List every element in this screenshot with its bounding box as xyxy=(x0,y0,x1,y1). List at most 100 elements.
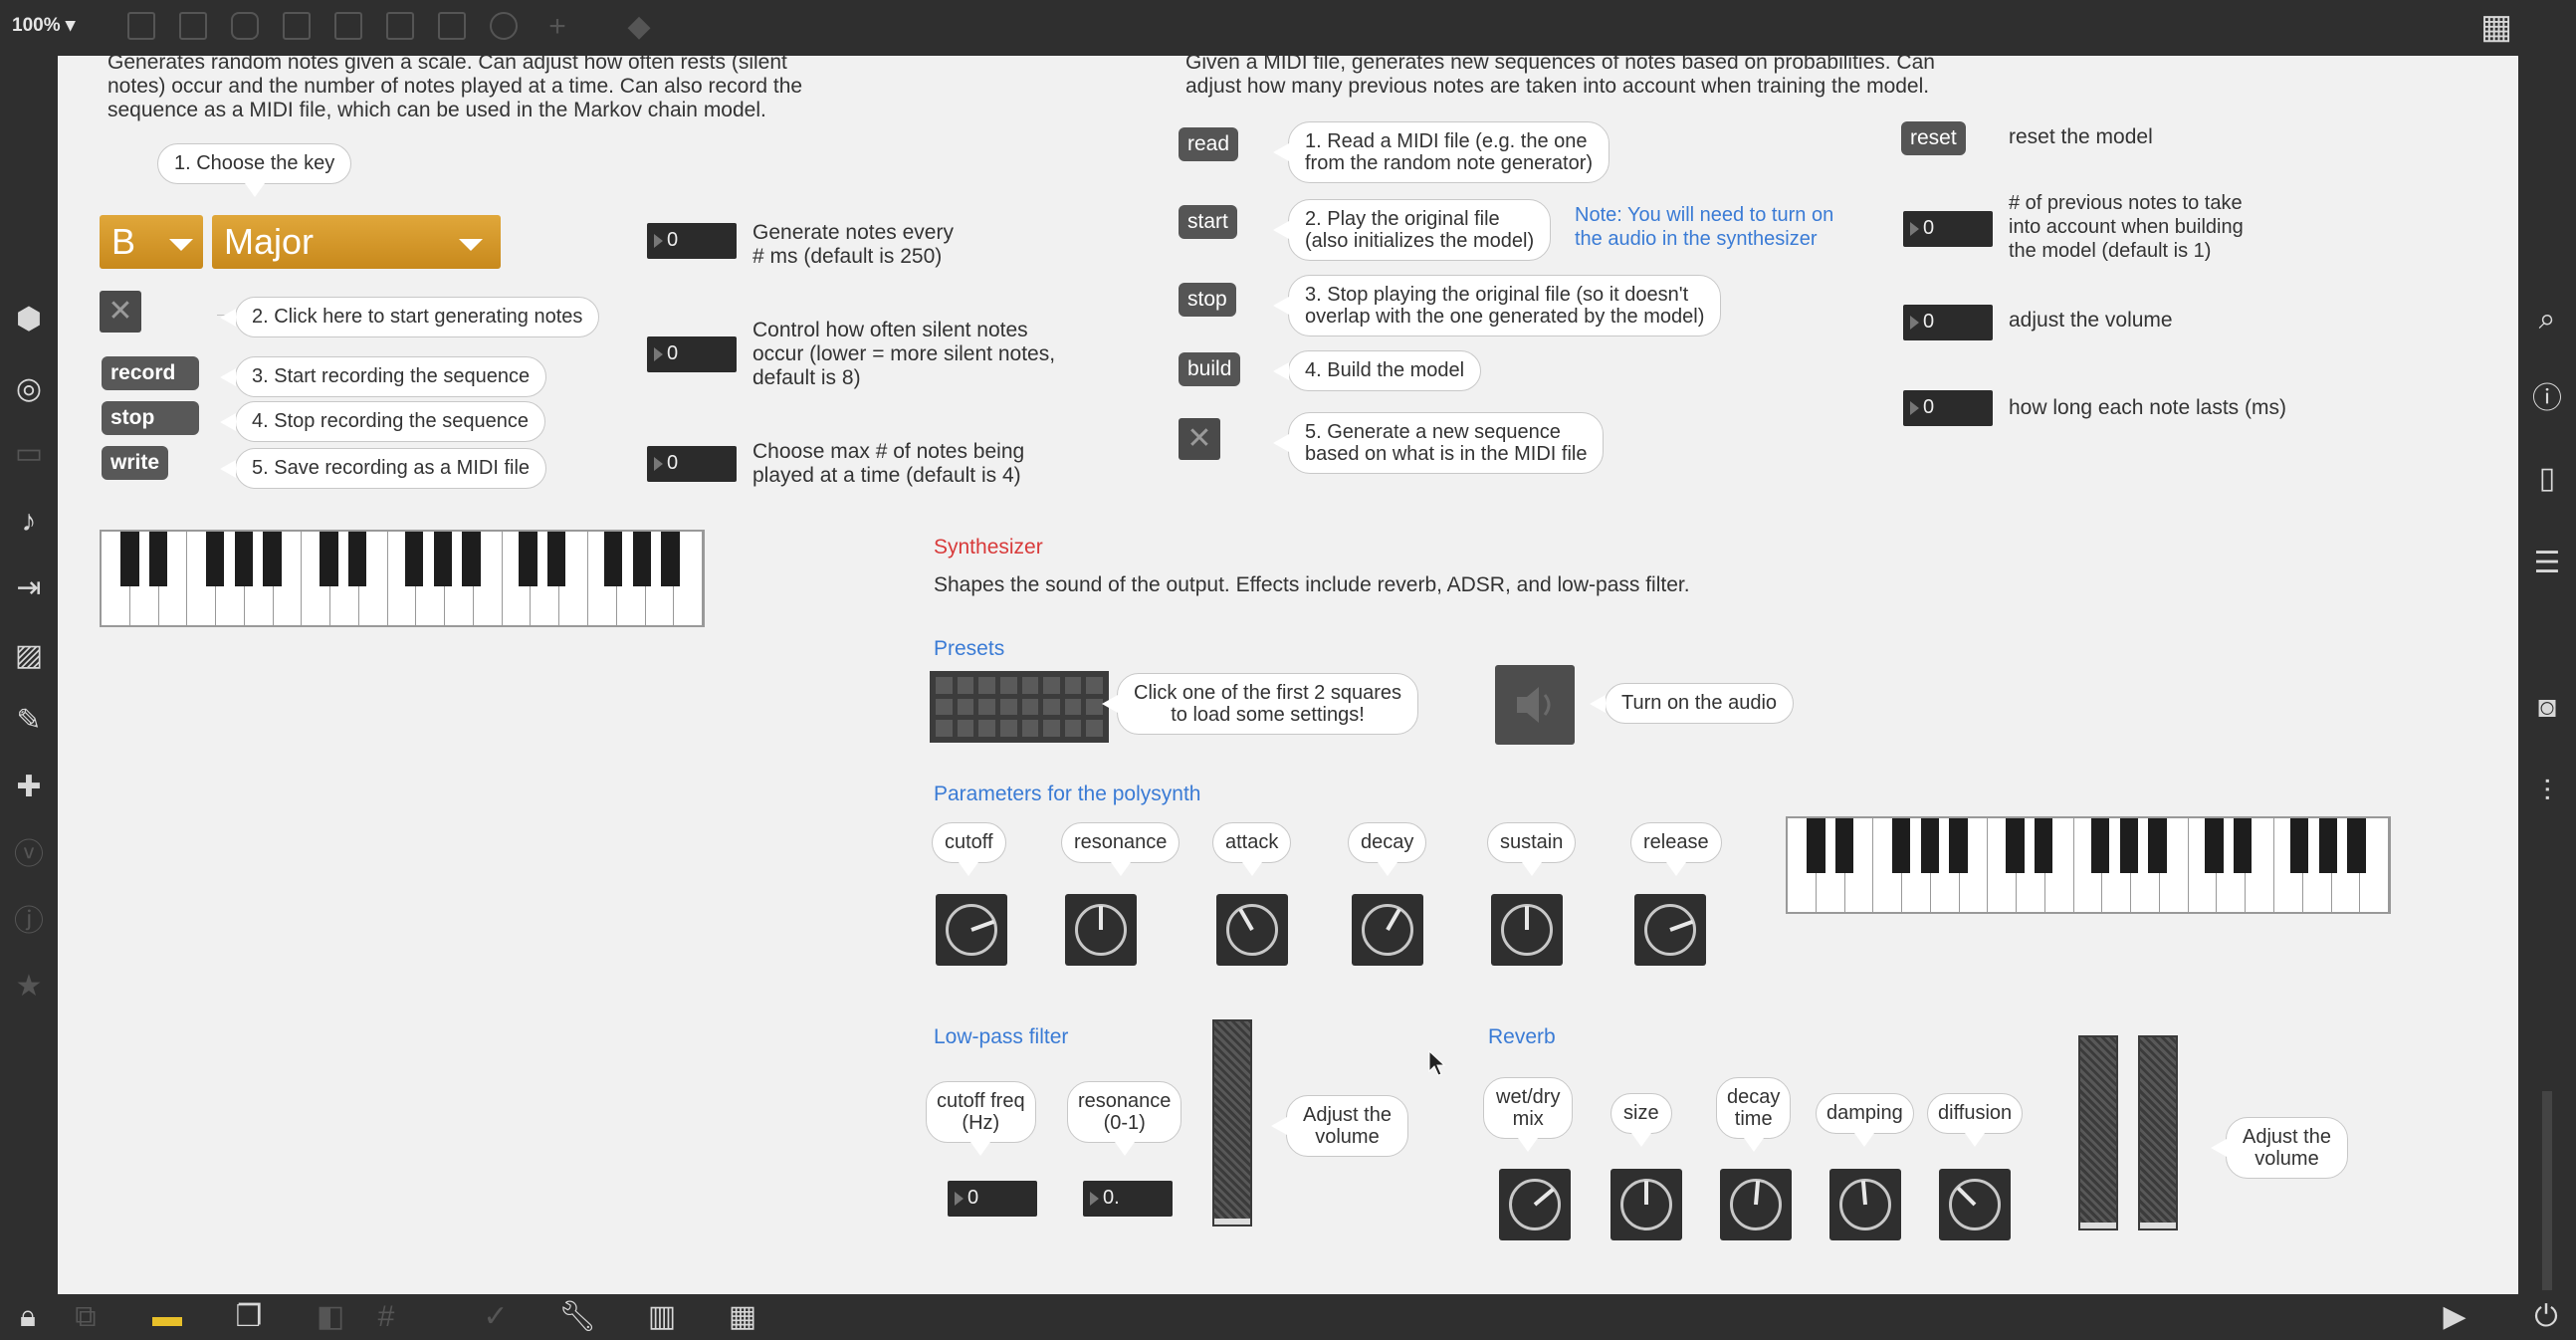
grid-menu-icon[interactable]: ▦ xyxy=(2476,10,2516,44)
sequence-icon[interactable]: ⇥ xyxy=(9,573,49,603)
preset-slot[interactable] xyxy=(957,698,974,716)
black-key[interactable] xyxy=(1920,818,1939,873)
param-cutoff-knob[interactable] xyxy=(936,894,1007,966)
generate-sequence-toggle[interactable]: ✕ xyxy=(1179,418,1220,460)
stop-record-button[interactable]: stop xyxy=(102,401,199,435)
black-key[interactable] xyxy=(1807,818,1825,873)
key-dropdown[interactable]: B xyxy=(100,215,203,269)
lowpass-volume-meter[interactable] xyxy=(1212,1019,1252,1227)
keyboard-icon[interactable]: ▦ xyxy=(723,1302,762,1332)
lock-icon[interactable]: 🔒︎ xyxy=(8,1302,48,1332)
preset-slot[interactable] xyxy=(957,677,974,694)
comment-icon[interactable] xyxy=(231,12,259,40)
play-icon[interactable]: ▶ xyxy=(2435,1302,2474,1332)
black-key[interactable] xyxy=(1949,818,1968,873)
black-key[interactable] xyxy=(2006,818,2025,873)
max-notes-number[interactable]: 0 xyxy=(647,446,737,482)
mixer-icon[interactable]: ⫶ xyxy=(2527,778,2567,807)
lowpass-resonance-number[interactable]: 0. xyxy=(1083,1181,1173,1217)
reverb-size-knob[interactable] xyxy=(1610,1169,1682,1240)
image-icon[interactable]: ▨ xyxy=(9,641,49,671)
reverb-volume-meter-left[interactable] xyxy=(2078,1035,2118,1230)
preset-slot[interactable] xyxy=(936,698,953,716)
toggle-icon[interactable] xyxy=(283,12,311,40)
list-icon[interactable]: ☰ xyxy=(2527,549,2567,578)
black-key[interactable] xyxy=(1892,818,1911,873)
reverb-damping-knob[interactable] xyxy=(1829,1169,1901,1240)
dial-icon[interactable] xyxy=(490,12,518,40)
target-icon[interactable]: ◎ xyxy=(9,374,49,404)
audio-toggle[interactable] xyxy=(1495,665,1575,745)
param-sustain-knob[interactable] xyxy=(1491,894,1563,966)
black-key[interactable] xyxy=(2035,818,2053,873)
black-key[interactable] xyxy=(2290,818,2309,873)
reverb-decay-time-knob[interactable] xyxy=(1720,1169,1792,1240)
number-icon[interactable] xyxy=(386,12,414,40)
param-attack-knob[interactable] xyxy=(1216,894,1288,966)
packages-icon[interactable]: ⬢ xyxy=(9,305,49,335)
preset-slot[interactable] xyxy=(1064,720,1082,737)
param-decay-knob[interactable] xyxy=(1352,894,1423,966)
black-key[interactable] xyxy=(2205,818,2224,873)
v-icon[interactable]: ⓥ xyxy=(9,840,49,870)
star-icon[interactable]: ★ xyxy=(9,972,49,1002)
volume-number[interactable]: 0 xyxy=(1903,305,1993,340)
black-key[interactable] xyxy=(1835,818,1854,873)
previous-notes-number[interactable]: 0 xyxy=(1903,211,1993,247)
synth-keyboard[interactable] xyxy=(1786,816,2391,914)
preset-grid[interactable] xyxy=(930,671,1109,743)
preset-slot[interactable] xyxy=(1086,677,1103,694)
black-key[interactable] xyxy=(405,532,424,586)
preset-slot[interactable] xyxy=(1021,720,1039,737)
black-key[interactable] xyxy=(2234,818,2253,873)
param-release-knob[interactable] xyxy=(1634,894,1706,966)
build-button[interactable]: build xyxy=(1179,352,1241,386)
preset-slot[interactable] xyxy=(1064,698,1082,716)
preset-slot[interactable] xyxy=(978,698,995,716)
preset-slot[interactable] xyxy=(999,677,1017,694)
preset-slot[interactable] xyxy=(1021,677,1039,694)
random-keyboard[interactable] xyxy=(100,530,705,627)
black-key[interactable] xyxy=(2091,818,2110,873)
preset-slot[interactable] xyxy=(1064,677,1082,694)
preset-slot[interactable] xyxy=(1043,720,1060,737)
record-button[interactable]: record xyxy=(102,356,199,390)
black-key[interactable] xyxy=(120,532,139,586)
write-button[interactable]: write xyxy=(102,446,169,480)
info-icon[interactable]: ⓘ xyxy=(2527,384,2567,414)
camera-icon[interactable]: ◙ xyxy=(2527,693,2567,723)
black-key[interactable] xyxy=(206,532,225,586)
black-key[interactable] xyxy=(263,532,282,586)
black-key[interactable] xyxy=(632,532,651,586)
black-key[interactable] xyxy=(433,532,452,586)
preset-slot[interactable] xyxy=(999,698,1017,716)
reverb-volume-meter-right[interactable] xyxy=(2138,1035,2178,1230)
debug-icon[interactable]: ◧ xyxy=(311,1302,350,1332)
black-key[interactable] xyxy=(462,532,481,586)
windows-icon[interactable]: ❐ xyxy=(229,1302,269,1332)
reset-button[interactable]: reset xyxy=(1901,121,1966,155)
button-icon[interactable] xyxy=(334,12,362,40)
black-key[interactable] xyxy=(2347,818,2366,873)
black-key[interactable] xyxy=(547,532,566,586)
piano-icon[interactable]: ▥ xyxy=(642,1302,682,1332)
black-key[interactable] xyxy=(348,532,367,586)
black-key[interactable] xyxy=(2119,818,2138,873)
black-key[interactable] xyxy=(320,532,338,586)
black-key[interactable] xyxy=(2318,818,2337,873)
note-length-number[interactable]: 0 xyxy=(1903,390,1993,426)
power-icon[interactable]: ⏻ xyxy=(2526,1302,2566,1332)
zoom-menu[interactable]: 100% ▾ xyxy=(12,14,75,37)
slider-icon[interactable] xyxy=(438,12,466,40)
window-icon[interactable]: ▭ xyxy=(9,439,49,469)
black-key[interactable] xyxy=(519,532,537,586)
read-button[interactable]: read xyxy=(1179,127,1239,161)
music-note-icon[interactable]: ♪ xyxy=(9,507,49,537)
black-key[interactable] xyxy=(2148,818,2167,873)
reverb-wet-dry-knob[interactable] xyxy=(1499,1169,1571,1240)
wrench-icon[interactable]: 🔧︎ xyxy=(557,1302,597,1332)
reverb-diffusion-knob[interactable] xyxy=(1939,1169,2011,1240)
cutoff-freq-number[interactable]: 0 xyxy=(948,1181,1037,1217)
preset-slot[interactable] xyxy=(936,720,953,737)
snap-icon[interactable]: ✓ xyxy=(476,1302,516,1332)
